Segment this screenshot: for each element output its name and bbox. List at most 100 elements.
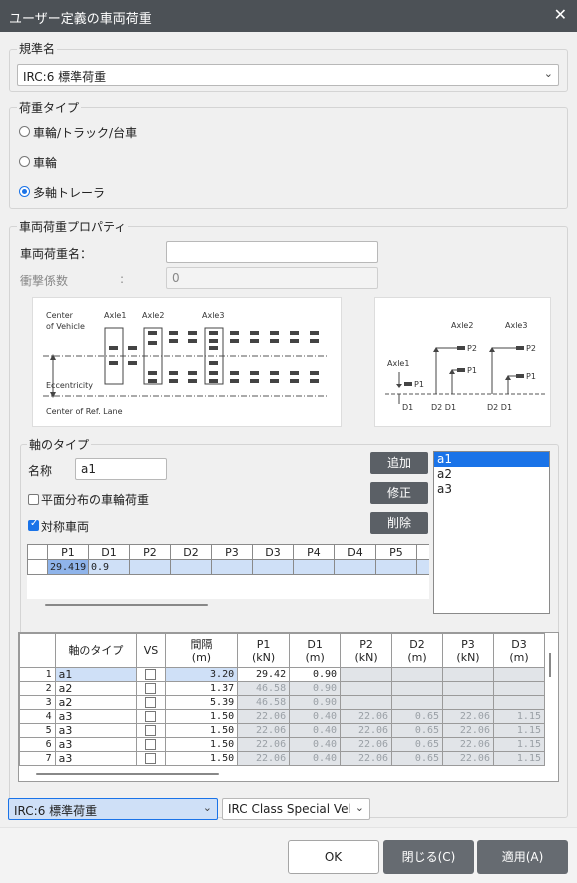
d2-axle2-text: Axle2 [451,321,473,330]
add-button[interactable]: 追加 [370,452,428,474]
spacing-cell[interactable]: 5.39 [164,695,239,710]
table-header-row: P1 D1 P2 D2 P3 D3 P4 D4 P5 D5 [27,544,429,560]
axle-type-cell[interactable]: a1 [54,667,138,682]
impact-factor-label: 衝撃係数 [20,274,69,288]
table-row[interactable]: 1 a1 3.20 29.42 0.90 [19,667,546,682]
spacing-cell[interactable]: 1.50 [164,723,239,738]
column-header: P4 [293,544,335,560]
table-cell[interactable]: 29.419 [47,559,89,575]
axle-grid: 軸のタイプ VS 間隔 (m) P1 (kN) D1 (m) P2 (kN) D2 (m)… [19,633,546,766]
table-cell[interactable] [129,559,171,575]
vs-checkbox[interactable] [145,696,157,708]
table-row[interactable]: 3 a2 5.39 46.58 0.90 [19,695,546,710]
vehicle-props-group-label: 車両荷重プロパティ [17,218,129,235]
table-row[interactable]: 7 a3 1.50 22.06 0.40 22.06 0.65 22.06 1.… [19,751,546,766]
radio-wheel-truck[interactable] [19,126,30,137]
d3-cell: 1.15 [492,751,546,766]
vs-checkbox[interactable] [145,738,157,750]
planar-distribution-label: 平面分布の車輪荷重 [41,493,150,507]
vs-checkbox-cell[interactable] [136,737,166,752]
grid-header-p1: P1 (kN) [237,633,291,668]
vs-checkbox[interactable] [145,710,157,722]
impact-factor-input: 0 [166,267,378,289]
table-cell[interactable] [416,559,429,575]
bottom-standard-select[interactable]: IRC:6 標準荷重 ⌄ [8,798,218,820]
axle-type-cell[interactable]: a3 [54,723,138,738]
axle-type-cell[interactable]: a3 [54,737,138,752]
axle-type-cell[interactable]: a2 [54,695,138,710]
table-cell[interactable] [375,559,417,575]
vs-checkbox-cell[interactable] [136,667,166,682]
standard-select[interactable]: IRC:6 標準荷重 ⌄ [17,64,559,86]
vs-checkbox-cell[interactable] [136,723,166,738]
axle-type-cell[interactable]: a3 [54,709,138,724]
list-item[interactable]: a3 [434,482,549,497]
vs-checkbox-cell[interactable] [136,681,166,696]
d2-p2a-text: P2 [467,344,477,353]
table-cell[interactable] [334,559,376,575]
planar-distribution-checkbox[interactable] [28,494,39,505]
vs-checkbox[interactable] [145,724,157,736]
table-cell[interactable] [211,559,253,575]
table-cell[interactable]: 0.9 [88,559,130,575]
p1-cell: 22.06 [237,751,291,766]
radio-wheel-label: 車輪 [33,156,58,170]
grid-header-unit: (kN) [252,650,276,664]
vs-checkbox[interactable] [145,752,157,764]
title-bar: ユーザー定義の車両荷重 ✕ [0,0,577,32]
d1-cell: 0.40 [289,709,342,724]
grid-header-text: P1 [256,637,271,651]
grid-horizontal-scrollbar[interactable] [36,773,219,775]
spacing-cell[interactable]: 1.50 [164,709,239,724]
load-type-group-label: 荷重タイプ [17,99,82,116]
list-item[interactable]: a2 [434,467,549,482]
radio-multi-axle-trailer[interactable] [19,186,30,197]
vehicle-name-input[interactable] [166,241,378,263]
vs-checkbox-cell[interactable] [136,751,166,766]
table-row[interactable]: 2 a2 1.37 46.58 0.90 [19,681,546,696]
d2-d2d1a-text: D2 D1 [431,403,456,412]
p1-cell: 46.58 [237,695,291,710]
impact-factor-colon: : [120,272,125,286]
close-button[interactable]: 閉じる(C) [383,840,474,874]
table-cell[interactable] [170,559,212,575]
close-icon[interactable]: ✕ [554,5,567,24]
spacing-cell[interactable]: 3.20 [164,667,239,682]
vs-checkbox[interactable] [145,668,157,680]
modify-button[interactable]: 修正 [370,482,428,504]
axle-type-list[interactable]: a1 a2 a3 [433,451,550,614]
vs-checkbox[interactable] [145,682,157,694]
spacing-cell[interactable]: 1.37 [164,681,239,696]
grid-header-p3: P3 (kN) [442,633,494,668]
column-header: D1 [88,544,130,560]
table-cell[interactable] [293,559,335,575]
spacing-cell[interactable]: 1.50 [164,751,239,766]
list-item[interactable]: a1 [434,452,549,467]
symmetric-vehicle-checkbox[interactable] [28,518,39,531]
axle-type-cell[interactable]: a2 [54,681,138,696]
column-header: P1 [47,544,89,560]
spacing-cell[interactable]: 1.50 [164,737,239,752]
row-number: 3 [19,695,56,710]
d2-p1b-text: P1 [467,366,477,375]
p3-cell: 22.06 [442,709,494,724]
table-row[interactable]: 6 a3 1.50 22.06 0.40 22.06 0.65 22.06 1.… [19,737,546,752]
vehicle-class-select[interactable]: IRC Class Special Veh ⌄ [222,798,370,820]
vs-checkbox-cell[interactable] [136,695,166,710]
axle-type-cell[interactable]: a3 [54,751,138,766]
apply-button[interactable]: 適用(A) [477,840,568,874]
p1-cell: 22.06 [237,723,291,738]
table-row[interactable]: 5 a3 1.50 22.06 0.40 22.06 0.65 22.06 1.… [19,723,546,738]
table-cell[interactable] [252,559,294,575]
vs-checkbox-cell[interactable] [136,709,166,724]
delete-button[interactable]: 削除 [370,512,428,534]
axle-name-input[interactable]: a1 [75,458,167,480]
axle-params-table: P1 D1 P2 D2 P3 D3 P4 D4 P5 D5 29.419 0.9 [27,544,429,575]
grid-header-vs: VS [136,633,166,668]
table-row[interactable]: 4 a3 1.50 22.06 0.40 22.06 0.65 22.06 1.… [19,709,546,724]
grid-vertical-scrollbar[interactable] [549,653,551,677]
radio-wheel[interactable] [19,156,30,167]
axle-params-scrollbar[interactable] [45,604,208,606]
ok-button[interactable]: OK [288,840,379,874]
row-number: 1 [19,667,56,682]
